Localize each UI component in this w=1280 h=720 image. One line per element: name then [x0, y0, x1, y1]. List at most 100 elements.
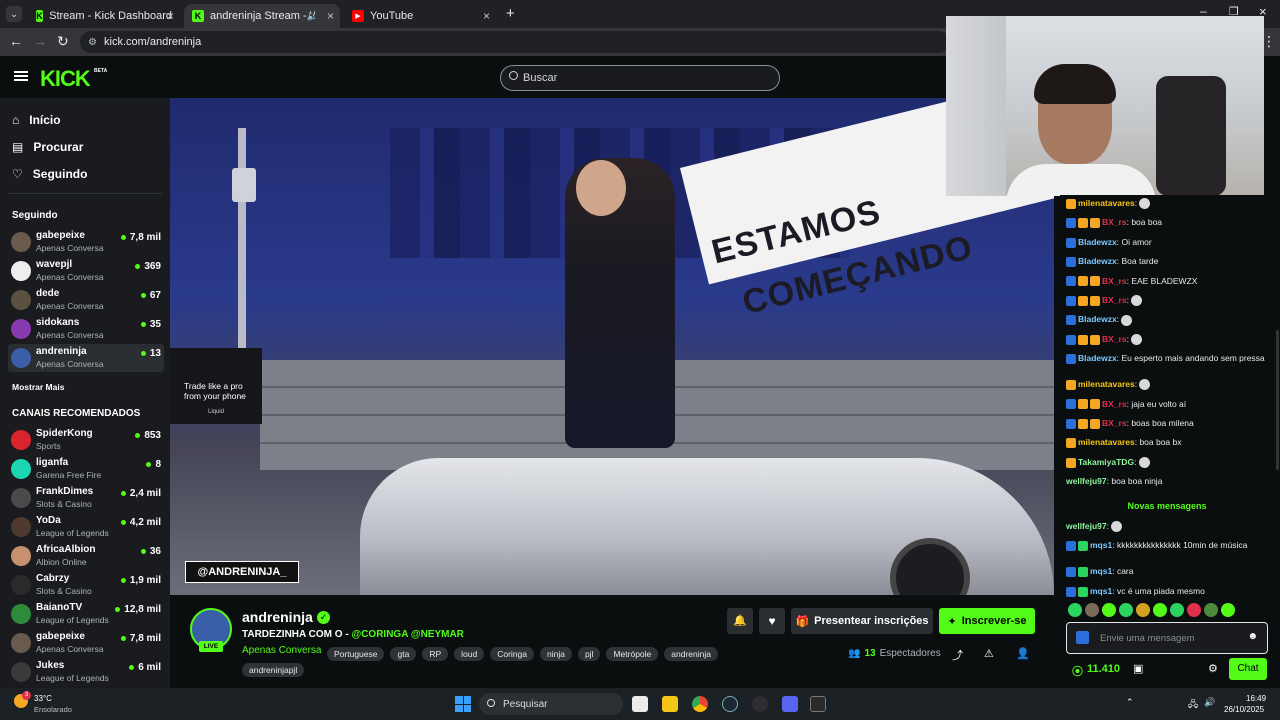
nav-home[interactable]: ⌂ Início [12, 113, 61, 127]
back-icon[interactable]: ← [9, 33, 23, 49]
start-button[interactable] [455, 696, 471, 712]
stream-title-mentions[interactable]: @CORINGA @NEYMAR [351, 629, 463, 640]
tag[interactable]: loud [454, 647, 485, 661]
obs-icon[interactable] [752, 696, 768, 712]
emoji-icon[interactable]: ☻ [1247, 631, 1258, 642]
following-channel[interactable]: dede Apenas Conversa 67 [8, 286, 164, 314]
tag[interactable]: andreninjapjl [242, 663, 305, 677]
forward-icon[interactable]: → [33, 33, 47, 49]
recommended-channel[interactable]: FrankDimes Slots & Casino 2,4 mil [8, 484, 164, 512]
hamburger-menu-icon[interactable] [14, 71, 28, 81]
chat-username[interactable]: BX_rs [1102, 334, 1127, 344]
gift-subs-button[interactable]: 🎁 Presentear inscrições [791, 608, 933, 634]
following-channel[interactable]: gabepeixe Apenas Conversa 7,8 mil [8, 228, 164, 256]
tag[interactable]: pjl [577, 647, 601, 661]
recommended-channel[interactable]: gabepeixe Apenas Conversa 7,8 mil [8, 629, 164, 657]
chat-input[interactable]: Envie uma mensagem ☻ [1066, 622, 1268, 654]
tag[interactable]: gta [390, 647, 417, 661]
recommended-channel[interactable]: liganfa Garena Free Fire 8 [8, 455, 164, 483]
chat-username[interactable]: milenatavares [1078, 379, 1135, 389]
channel-points[interactable]: ⦿ 11.410 [1072, 663, 1120, 679]
tag[interactable]: RP [422, 647, 449, 661]
chat-username[interactable]: Bladewzx [1078, 256, 1117, 266]
user-menu-icon[interactable]: 👤 [1016, 647, 1030, 660]
show-more-link[interactable]: Mostrar Mais [12, 382, 64, 392]
tag[interactable]: andreninja [664, 647, 718, 661]
menu-dots-icon[interactable]: ⋮ [1262, 33, 1276, 50]
streamer-name[interactable]: andreninja [242, 609, 313, 625]
chat-username[interactable]: BX_rs [1102, 295, 1127, 305]
recommended-channel[interactable]: SpiderKong Sports 853 [8, 426, 164, 454]
taskbar-search[interactable]: Pesquisar [479, 693, 623, 715]
stream-category[interactable]: Apenas Conversa [242, 645, 322, 656]
chat-username[interactable]: BX_rs [1102, 399, 1127, 409]
follow-button[interactable]: ♥ [759, 608, 785, 634]
close-icon[interactable]: × [167, 9, 174, 23]
discord-icon[interactable] [782, 696, 798, 712]
chat-username[interactable]: mqs1 [1090, 540, 1112, 550]
recommended-channel[interactable]: Jukes League of Legends 6 mil [8, 658, 164, 686]
tab-andreninja-stream[interactable]: K andreninja Stream - Watch 🔈 × [184, 4, 340, 28]
emote-icon[interactable] [1068, 603, 1082, 617]
file-explorer-icon[interactable] [662, 696, 678, 712]
recommended-channel[interactable]: AfricaAlbion Albion Online 36 [8, 542, 164, 570]
tag[interactable]: Coringa [490, 647, 534, 661]
chat-settings-icon[interactable]: ⚙ [1208, 662, 1218, 675]
emote-icon[interactable] [1153, 603, 1167, 617]
nav-browse[interactable]: ▤ Procurar [12, 140, 83, 154]
recommended-channel[interactable]: Cabrzy Slots & Casino 1,9 mil [8, 571, 164, 599]
share-icon[interactable]: ⤴ [952, 647, 963, 663]
tag[interactable]: ninja [539, 647, 572, 661]
chat-username[interactable]: milenatavares [1078, 198, 1135, 208]
speaker-icon[interactable]: 🔈 [307, 11, 318, 22]
reload-icon[interactable]: ↻ [57, 33, 69, 50]
store-icon[interactable]: ▣ [1133, 662, 1143, 675]
chat-send-button[interactable]: Chat [1229, 658, 1267, 680]
emote-icon[interactable] [1085, 603, 1099, 617]
close-icon[interactable]: × [483, 9, 490, 23]
epic-games-icon[interactable] [810, 696, 826, 712]
tab-kick-dashboard[interactable]: K Stream - Kick Dashboard × [28, 4, 180, 28]
chat-username[interactable]: wellfeju97 [1066, 476, 1107, 486]
chat-username[interactable]: wellfeju97 [1066, 521, 1107, 531]
chat-scrollbar[interactable] [1276, 330, 1279, 470]
following-channel[interactable]: sidokans Apenas Conversa 35 [8, 315, 164, 343]
chat-username[interactable]: Bladewzx [1078, 314, 1117, 324]
address-bar[interactable]: ⚙ kick.com/andreninja [80, 31, 950, 53]
tag[interactable]: Metrópole [606, 647, 659, 661]
emote-icon[interactable] [1221, 603, 1235, 617]
clock-time[interactable]: 16:49 [1246, 694, 1266, 703]
chat-username[interactable]: BX_rs [1102, 276, 1127, 286]
steam-icon[interactable] [722, 696, 738, 712]
emote-icon[interactable] [1170, 603, 1184, 617]
nav-following[interactable]: ♡ Seguindo [12, 167, 87, 181]
recommended-channel[interactable]: BaianoTV League of Legends 12,8 mil [8, 600, 164, 628]
clock-date[interactable]: 26/10/2025 [1224, 705, 1264, 714]
emote-icon[interactable] [1119, 603, 1133, 617]
following-channel-selected[interactable]: andreninja Apenas Conversa 13 [8, 344, 164, 372]
chrome-icon[interactable] [692, 696, 708, 712]
kick-logo[interactable]: KICK [40, 66, 91, 92]
recommended-channel[interactable]: YoDa League of Legends 4,2 mil [8, 513, 164, 541]
chat-username[interactable]: Bladewzx [1078, 237, 1117, 247]
new-tab-button[interactable]: + [506, 5, 515, 22]
chat-username[interactable]: TakamiyaTDG [1078, 457, 1134, 467]
chat-username[interactable]: Bladewzx [1078, 353, 1117, 363]
chat-username[interactable]: milenatavares [1078, 437, 1135, 447]
task-view-icon[interactable] [632, 696, 648, 712]
volume-icon[interactable]: 🔊 [1204, 697, 1215, 708]
emote-icon[interactable] [1102, 603, 1116, 617]
video-player[interactable]: ESTAMOS COMEÇANDO Trade like a pro from … [170, 98, 1054, 595]
chat-username[interactable]: BX_rs [1102, 418, 1127, 428]
search-input[interactable]: Buscar [500, 65, 780, 91]
subscribe-button[interactable]: ✦ Inscrever-se [939, 608, 1035, 634]
tray-chevron-icon[interactable]: ⌃ [1126, 697, 1134, 708]
following-channel[interactable]: wavepjl Apenas Conversa 369 [8, 257, 164, 285]
tag[interactable]: Portuguese [327, 647, 385, 661]
site-info-icon[interactable]: ⚙ [88, 37, 97, 48]
tab-youtube[interactable]: ▶ YouTube × [344, 4, 496, 28]
chat-username[interactable]: mqs1 [1090, 566, 1112, 576]
tab-search-button[interactable]: ⌄ [6, 6, 22, 22]
network-icon[interactable]: 🖧 [1188, 697, 1198, 713]
chat-username[interactable]: BX_rs [1102, 217, 1127, 227]
